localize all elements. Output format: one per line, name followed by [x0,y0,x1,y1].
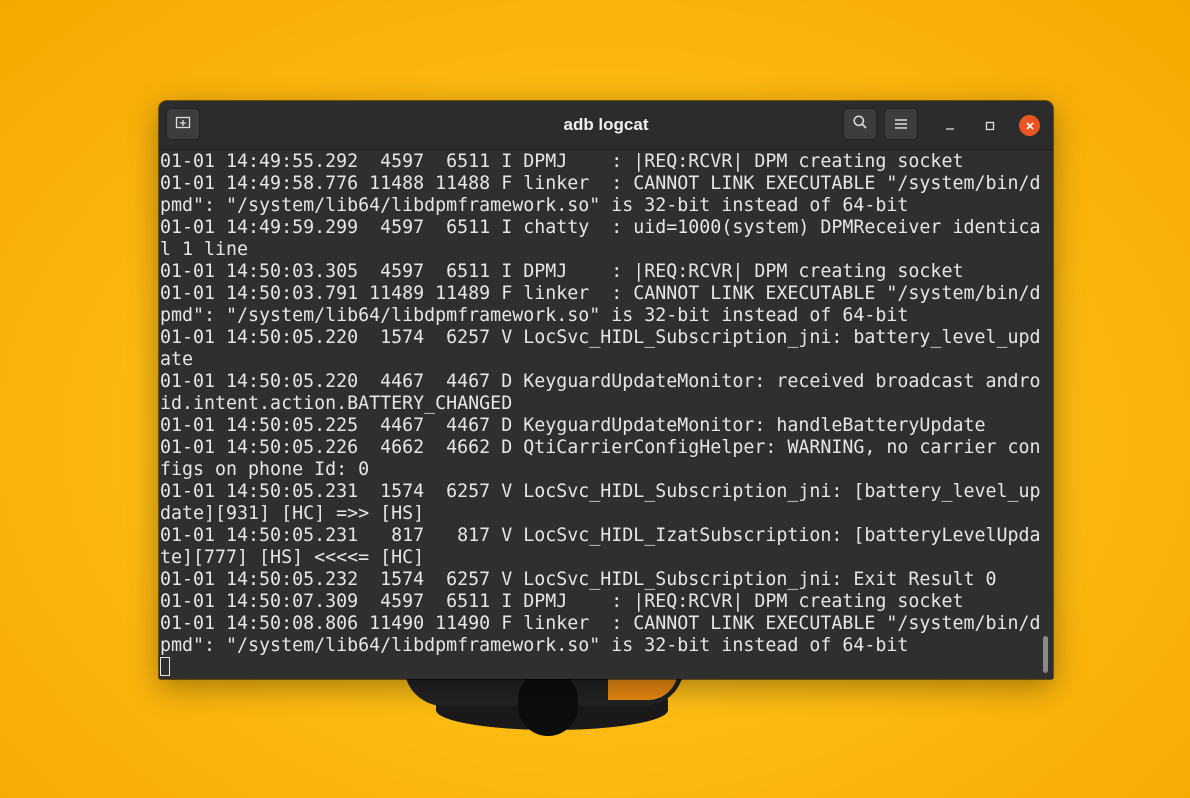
log-output: 01-01 14:49:55.292 4597 6511 I DPMJ : |R… [160,151,1041,657]
log-line: 01-01 14:50:05.220 4467 4467 D KeyguardU… [160,371,1041,392]
log-line: 01-01 14:50:07.309 4597 6511 I DPMJ : |R… [160,591,964,612]
log-line: 01-01 14:50:05.232 1574 6257 V LocSvc_HI… [160,569,997,590]
new-tab-icon [175,114,191,134]
log-line: pmd": "/system/lib64/libdpmframework.so"… [160,635,909,656]
maximize-icon [985,116,995,135]
log-line: ate [160,349,194,370]
new-tab-button[interactable] [166,108,200,140]
text-cursor [160,657,170,676]
minimize-button[interactable] [940,115,960,135]
scrollbar-thumb[interactable] [1043,636,1048,673]
log-line: l 1 line [160,239,249,260]
menu-button[interactable] [884,108,918,140]
log-line: pmd": "/system/lib64/libdpmframework.so"… [160,305,909,326]
terminal-window: adb logcat 01-01 14:49:55.292 4597 6511 … [159,101,1053,679]
log-line: 01-01 14:50:05.231 817 817 V LocSvc_HIDL… [160,525,1041,546]
window-title: adb logcat [563,115,649,134]
log-line: te][777] [HS] <<<<= [HC] [160,547,425,568]
hamburger-menu-icon [894,115,908,134]
close-button[interactable] [1019,115,1040,136]
log-line: 01-01 14:50:03.305 4597 6511 I DPMJ : |R… [160,261,964,282]
log-line: id.intent.action.BATTERY_CHANGED [160,393,513,414]
search-button[interactable] [843,108,877,140]
lens-strap [518,670,578,736]
search-icon [852,114,868,134]
close-icon [1025,116,1035,135]
log-line: figs on phone Id: 0 [160,459,370,480]
log-line: 01-01 14:50:08.806 11490 11490 F linker … [160,613,1041,634]
maximize-button[interactable] [980,115,1000,135]
log-line: 01-01 14:49:59.299 4597 6511 I chatty : … [160,217,1041,238]
terminal-output-area[interactable]: 01-01 14:49:55.292 4597 6511 I DPMJ : |R… [159,150,1053,679]
log-line: date][931] [HC] =>> [HS] [160,503,425,524]
title-bar[interactable]: adb logcat [159,101,1053,150]
log-line: pmd": "/system/lib64/libdpmframework.so"… [160,195,909,216]
minimize-icon [945,116,955,135]
log-line: 01-01 14:50:03.791 11489 11489 F linker … [160,283,1041,304]
log-line: 01-01 14:50:05.226 4662 4662 D QtiCarrie… [160,437,1041,458]
log-line: 01-01 14:50:05.231 1574 6257 V LocSvc_HI… [160,481,1041,502]
log-line: 01-01 14:50:05.220 1574 6257 V LocSvc_HI… [160,327,1041,348]
log-line: 01-01 14:50:05.225 4467 4467 D KeyguardU… [160,415,986,436]
log-line: 01-01 14:49:58.776 11488 11488 F linker … [160,173,1041,194]
log-line: 01-01 14:49:55.292 4597 6511 I DPMJ : |R… [160,151,964,172]
